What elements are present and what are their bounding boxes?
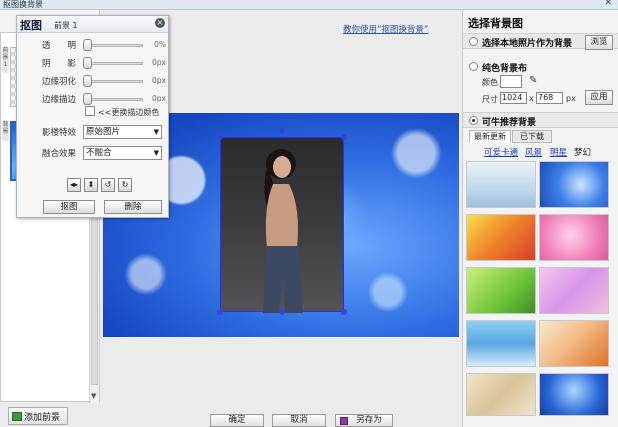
rotate-left-icon[interactable]: ↺ [101,178,115,192]
slider-label: 阴 影 [42,59,77,69]
radio-local[interactable] [469,37,478,46]
slider-track[interactable] [85,80,143,83]
gallery-tile[interactable] [539,267,609,314]
slider-knob[interactable] [83,75,92,87]
foreground-photo[interactable] [220,137,344,313]
slider-value: 0px [152,76,166,85]
blend-label: 融合效果 [42,149,77,159]
category-stars[interactable]: 明星 [550,146,567,158]
foreground-label: 前景 1 [54,21,78,30]
resize-handle[interactable] [341,134,347,140]
category-cartoon[interactable]: 可爱卡通 [484,146,518,158]
chevron-down-icon: ▼ [153,149,159,157]
gallery-tile[interactable] [539,373,609,416]
add-image-icon [12,411,22,421]
title-bar: 抠图换背景 ✕ [0,0,618,10]
effect-value: 原始图片 [86,127,121,137]
panel-heading: 选择背景图 [468,17,523,30]
slider-value: 0px [152,94,166,103]
panel-title: 抠图 [20,19,42,32]
slider-feather[interactable]: 边缘羽化 0px [42,74,167,88]
effect-label: 影楼特效 [42,128,77,138]
radio-recommend[interactable] [469,116,478,125]
gallery-tile[interactable] [466,214,536,261]
help-link[interactable]: 教你使用“抠图换背景” [343,23,428,35]
tab-background[interactable]: 背景 [2,121,9,141]
local-photo-label: 选择本地照片作为背景 [482,39,573,49]
unit-label: px [566,94,576,103]
slider-label: 边缘描边 [42,95,77,105]
tab-latest[interactable]: 最新更新 [469,130,511,143]
slider-track[interactable] [85,62,143,65]
close-icon[interactable]: ✕ [604,0,612,8]
change-stroke-color-link[interactable]: <<更换描边颜色 [98,107,159,118]
cutout-panel: 抠图 前景 1 × 透 明 0% 阴 影 0px 边缘羽化 0px 边缘描边 0… [16,15,169,218]
size-label: 尺寸 [482,95,498,104]
resize-handle[interactable] [217,134,223,140]
blend-row: 融合效果 不融合 ▼ [42,146,167,160]
slider-track[interactable] [85,98,143,101]
stroke-color-swatch[interactable] [85,106,95,116]
flip-horizontal-icon[interactable]: ◂▸ [67,178,81,192]
tab-downloaded[interactable]: 已下载 [512,130,552,143]
apply-button[interactable]: 应用 [585,90,613,105]
browse-button[interactable]: 浏览 [585,35,613,50]
slider-stroke[interactable]: 边缘描边 0px [42,92,167,106]
gallery-tile[interactable] [466,373,536,416]
cutout-button[interactable]: 抠图 [43,200,95,214]
gallery-tile[interactable] [466,161,536,208]
eyedropper-icon[interactable]: ✎ [529,75,537,86]
solid-color-label: 纯色背景布 [482,64,528,74]
gallery-tile[interactable] [539,320,609,367]
resize-handle[interactable] [279,309,285,315]
blend-value: 不融合 [86,148,112,158]
slider-value: 0% [154,40,166,49]
add-foreground-button[interactable]: 添加前景 [8,407,68,425]
slider-knob[interactable] [83,39,92,51]
save-icon [340,417,348,425]
flip-vertical-icon[interactable]: ⬍ [84,178,98,192]
slider-label: 透 明 [42,41,77,51]
panel-header: 抠图 前景 1 × [17,16,168,33]
color-swatch[interactable] [500,75,522,88]
person-silhouette [263,149,303,313]
gallery-tile[interactable] [539,161,609,208]
category-scenery[interactable]: 风景 [525,146,542,158]
ok-button[interactable]: 确定 [210,414,264,427]
radio-solid[interactable] [469,62,478,71]
chevron-down-icon: ▼ [153,128,159,136]
window-title: 抠图换背景 [3,0,43,9]
effect-select[interactable]: 原始图片 ▼ [83,125,162,139]
effect-row: 影楼特效 原始图片 ▼ [42,125,167,139]
width-input[interactable]: 1024 [500,92,527,104]
close-icon[interactable]: × [155,18,165,28]
scroll-down-icon[interactable]: ▼ [91,392,96,400]
cancel-button[interactable]: 取消 [272,414,326,427]
rotate-handle[interactable] [279,128,285,134]
slider-value: 0px [152,58,166,67]
save-as-label: 另存为 [356,415,382,425]
slider-label: 边缘羽化 [42,77,77,87]
recommend-label: 可牛推荐背景 [482,118,537,128]
tab-foreground[interactable]: 前景1 [2,47,9,73]
transform-toolbar: ◂▸ ⬍ ↺ ↻ [67,178,132,192]
rotate-right-icon[interactable]: ↻ [118,178,132,192]
resize-handle[interactable] [341,309,347,315]
slider-track[interactable] [85,44,143,47]
delete-button[interactable]: 删除 [104,200,162,214]
slider-knob[interactable] [83,57,92,69]
height-input[interactable]: 768 [536,92,563,104]
slider-shadow[interactable]: 阴 影 0px [42,56,167,70]
gallery-tile[interactable] [466,320,536,367]
slider-transparency[interactable]: 透 明 0% [42,38,167,52]
category-dream[interactable]: 梦幻 [574,146,591,158]
gallery-tile[interactable] [539,214,609,261]
add-foreground-label: 添加前景 [24,412,61,423]
size-separator: x [529,94,534,103]
resize-handle[interactable] [217,309,223,315]
blend-select[interactable]: 不融合 ▼ [83,146,162,160]
color-label: 颜色 [482,78,498,87]
slider-knob[interactable] [83,93,92,105]
gallery-tile[interactable] [466,267,536,314]
